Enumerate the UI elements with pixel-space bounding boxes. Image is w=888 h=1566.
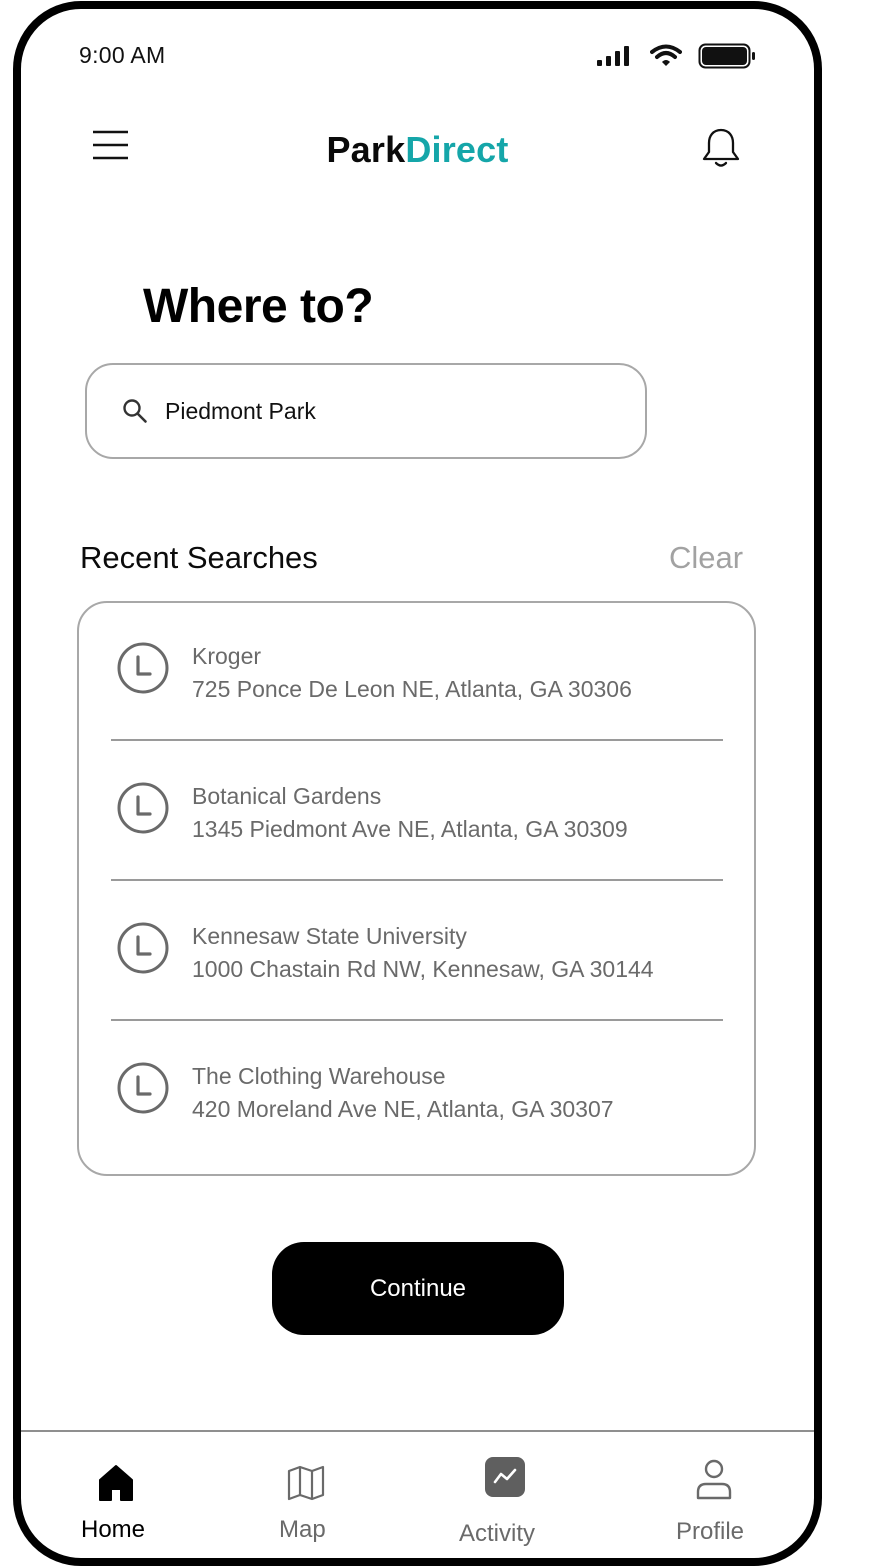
app-logo: ParkDirect — [21, 129, 814, 171]
recent-item-name: The Clothing Warehouse — [192, 1063, 446, 1089]
profile-icon — [696, 1459, 732, 1500]
tab-profile-label: Profile — [676, 1518, 745, 1545]
continue-button[interactable]: Continue — [272, 1242, 564, 1335]
page-title: Where to? — [143, 280, 374, 333]
tab-home-label: Home — [81, 1516, 146, 1543]
search-input[interactable] — [165, 397, 605, 425]
recent-item-name: Kennesaw State University — [192, 923, 467, 949]
list-item[interactable]: Botanical Gardens 1345 Piedmont Ave NE, … — [79, 743, 754, 883]
logo-direct: Direct — [405, 129, 509, 170]
list-item[interactable]: The Clothing Warehouse 420 Moreland Ave … — [79, 1023, 754, 1163]
notifications-button[interactable] — [699, 126, 743, 170]
tab-activity[interactable]: Activity — [441, 1432, 571, 1558]
status-time: 9:00 AM — [79, 42, 166, 68]
tab-map-label: Map — [279, 1516, 326, 1543]
recent-item-address: 1345 Piedmont Ave NE, Atlanta, GA 30309 — [192, 816, 628, 842]
map-icon — [287, 1465, 325, 1501]
recent-item-address: 1000 Chastain Rd NW, Kennesaw, GA 30144 — [192, 956, 654, 982]
logo-park: Park — [326, 129, 406, 170]
status-icons — [596, 43, 756, 69]
divider — [111, 879, 723, 881]
divider — [111, 1019, 723, 1021]
clear-button[interactable]: Clear — [669, 540, 743, 576]
recent-searches-list: Kroger 725 Ponce De Leon NE, Atlanta, GA… — [77, 601, 756, 1176]
tab-profile[interactable]: Profile — [661, 1432, 771, 1558]
clock-icon — [117, 642, 169, 694]
divider — [111, 739, 723, 741]
home-icon — [99, 1465, 133, 1501]
signal-icon — [597, 46, 629, 66]
recent-item-address: 420 Moreland Ave NE, Atlanta, GA 30307 — [192, 1096, 614, 1122]
battery-icon — [698, 43, 755, 69]
phone-frame: 9:00 AM ParkDirect Where to? Piedmont Pa… — [13, 1, 822, 1566]
recent-searches-heading: Recent Searches — [80, 540, 318, 575]
search-field[interactable] — [85, 363, 647, 459]
tab-home[interactable]: Home — [61, 1432, 181, 1558]
recent-item-address: 725 Ponce De Leon NE, Atlanta, GA 30306 — [192, 676, 632, 702]
bottom-tab-bar: Home Map Activity Profile — [21, 1430, 814, 1558]
clock-icon — [117, 1062, 169, 1114]
recent-item-name: Botanical Gardens — [192, 783, 382, 809]
bell-icon — [702, 128, 740, 167]
wifi-icon — [650, 44, 682, 66]
recent-item-name: Kroger — [192, 643, 262, 669]
clock-icon — [117, 922, 169, 974]
search-icon — [123, 399, 147, 423]
list-item[interactable]: Kennesaw State University 1000 Chastain … — [79, 883, 754, 1023]
list-item[interactable]: Kroger 725 Ponce De Leon NE, Atlanta, GA… — [79, 603, 754, 743]
tab-activity-label: Activity — [459, 1520, 536, 1547]
clock-icon — [117, 782, 169, 834]
activity-icon — [485, 1457, 525, 1497]
tab-map[interactable]: Map — [261, 1432, 371, 1558]
